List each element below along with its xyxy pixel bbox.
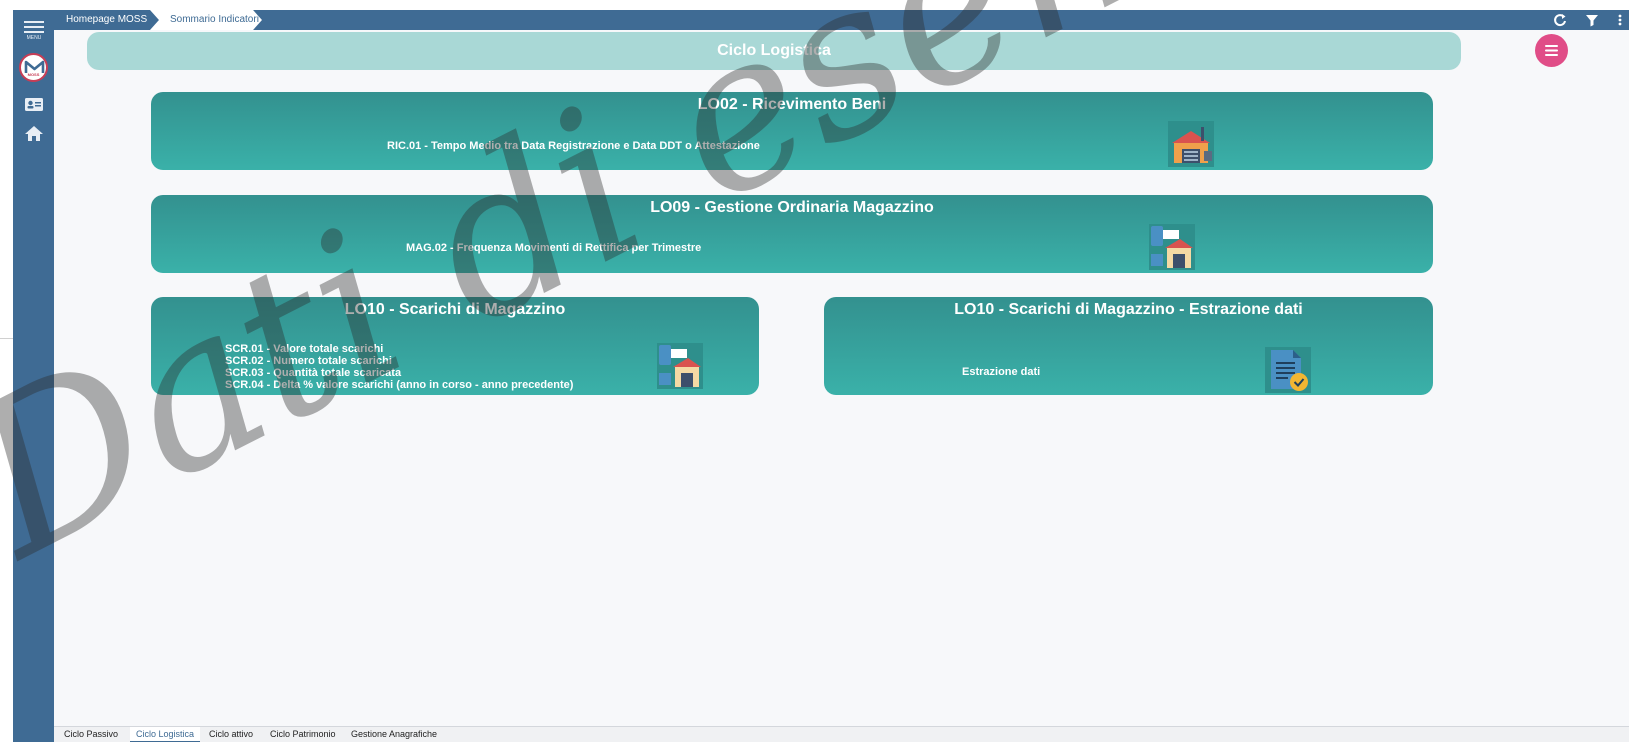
- id-card-icon: [25, 98, 43, 111]
- tab-ciclo-patrimonio[interactable]: Ciclo Patrimonio: [264, 727, 342, 742]
- tab-ciclo-attivo[interactable]: Ciclo attivo: [203, 727, 259, 742]
- breadcrumb-current[interactable]: Sommario Indicatori: [150, 10, 262, 30]
- card-lo10-export[interactable]: LO10 - Scarichi di Magazzino - Estrazion…: [824, 297, 1433, 395]
- card-title: LO02 - Ricevimento Beni: [697, 96, 887, 113]
- hamburger-icon: [1545, 45, 1558, 56]
- bottom-tab-bar: Ciclo Passivo Ciclo Logistica Ciclo atti…: [54, 726, 1629, 742]
- more-vertical-icon: [1618, 14, 1622, 26]
- warehouse-icon: [1168, 121, 1214, 167]
- sidebar-id-card-button[interactable]: [23, 94, 45, 114]
- tab-ciclo-passivo[interactable]: Ciclo Passivo: [58, 727, 124, 742]
- app-root: MENU MOSS Homepage MOSS Sommario Indicat…: [0, 0, 1629, 742]
- sidebar: MENU MOSS: [13, 10, 54, 742]
- card-description: MAG.02 - Frequenza Movimenti di Rettific…: [406, 242, 701, 254]
- card-lo09[interactable]: LO09 - Gestione Ordinaria Magazzino MAG.…: [151, 195, 1433, 273]
- card-description: SCR.01 - Valore totale scarichi SCR.02 -…: [225, 343, 573, 391]
- top-bar: Homepage MOSS Sommario Indicatori: [54, 10, 1629, 30]
- card-line: Estrazione dati: [962, 366, 1041, 378]
- tab-gestione-anagrafiche[interactable]: Gestione Anagrafiche: [345, 727, 443, 742]
- refresh-icon: [1554, 14, 1566, 27]
- card-line: SCR.03 - Quantità totale scaricata: [225, 367, 402, 379]
- filter-icon: [1586, 15, 1598, 27]
- moss-logo[interactable]: MOSS: [19, 53, 48, 82]
- card-line: SCR.02 - Numero totale scarichi: [225, 355, 392, 367]
- main-content: Ciclo Logistica LO02 - Ricevimento Beni …: [54, 30, 1629, 726]
- page-title: Ciclo Logistica: [87, 32, 1461, 70]
- warehouse-transfer-icon: [657, 343, 703, 389]
- more-options-button[interactable]: [1617, 12, 1623, 28]
- left-gap: [0, 0, 13, 742]
- card-line: SCR.04 - Delta % valore scarichi (anno i…: [225, 379, 574, 391]
- top-actions: [1553, 12, 1623, 28]
- card-lo02[interactable]: LO02 - Ricevimento Beni RIC.01 - Tempo M…: [151, 92, 1433, 170]
- home-icon: [25, 126, 43, 141]
- card-line: SCR.01 - Valore totale scarichi: [225, 343, 384, 355]
- logo-caption: MOSS: [27, 72, 40, 77]
- card-line: RIC.01 - Tempo Medio tra Data Registrazi…: [387, 140, 760, 152]
- tab-ciclo-logistica[interactable]: Ciclo Logistica: [130, 727, 201, 742]
- warehouse-transfer-icon: [1149, 224, 1195, 270]
- menu-bar-icon: [24, 21, 44, 23]
- sidebar-home-button[interactable]: [23, 123, 45, 143]
- left-divider: [0, 338, 13, 339]
- card-description: Estrazione dati: [962, 366, 1040, 378]
- filter-button[interactable]: [1585, 12, 1599, 28]
- menu-caption: MENU: [26, 35, 42, 41]
- refresh-button[interactable]: [1553, 12, 1567, 28]
- menu-fab-button[interactable]: [1535, 34, 1568, 67]
- hamburger-menu-button[interactable]: MENU: [21, 18, 47, 41]
- card-title: LO09 - Gestione Ordinaria Magazzino: [650, 199, 934, 216]
- breadcrumb-home[interactable]: Homepage MOSS: [54, 10, 154, 30]
- menu-bar-icon: [24, 31, 44, 33]
- card-line: MAG.02 - Frequenza Movimenti di Rettific…: [406, 242, 702, 254]
- card-title: LO10 - Scarichi di Magazzino: [344, 301, 566, 318]
- menu-bar-icon: [24, 26, 44, 28]
- document-check-icon: [1265, 347, 1311, 393]
- card-lo10[interactable]: LO10 - Scarichi di Magazzino SCR.01 - Va…: [151, 297, 759, 395]
- card-description: RIC.01 - Tempo Medio tra Data Registrazi…: [387, 140, 760, 152]
- card-title: LO10 - Scarichi di Magazzino - Estrazion…: [954, 301, 1303, 318]
